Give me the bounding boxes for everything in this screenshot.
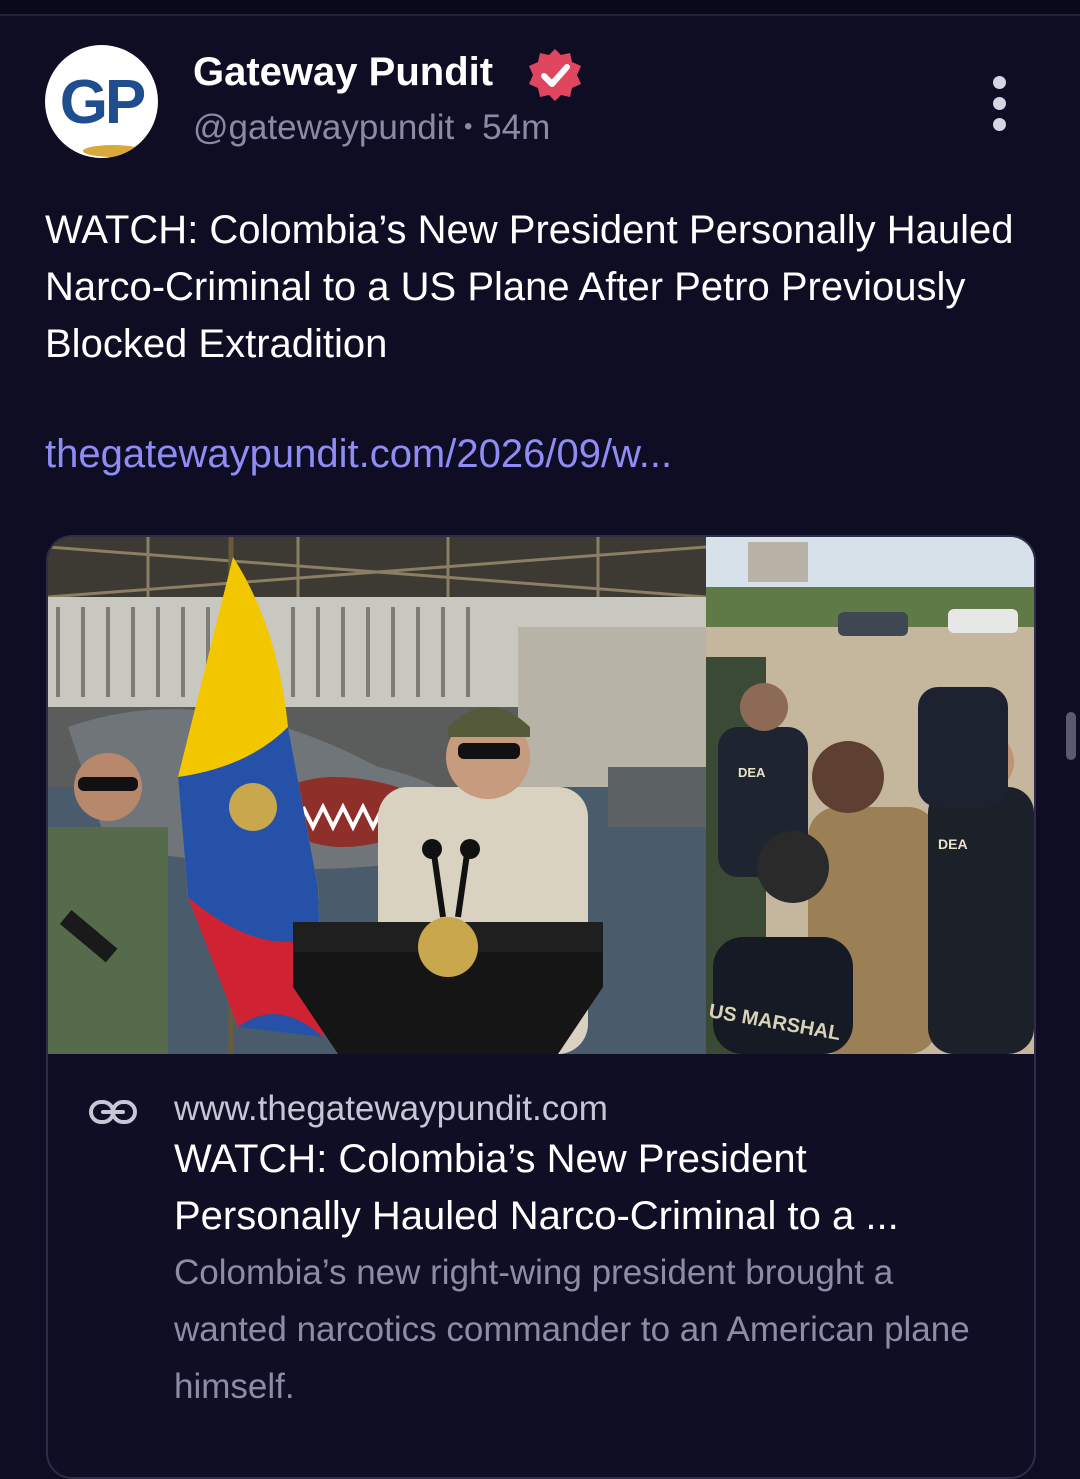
handle[interactable]: @gatewaypundit (193, 108, 454, 147)
more-options-icon[interactable] (982, 74, 1018, 134)
card-title[interactable]: WATCH: Colombia’s New President Personal… (174, 1131, 1004, 1245)
dea-label-a: DEA (738, 765, 766, 780)
avatar[interactable]: GP (45, 45, 158, 158)
display-name[interactable]: Gateway Pundit (193, 50, 493, 95)
post-link[interactable]: thegatewaypundit.com/2026/09/w... (45, 432, 672, 477)
post-text: WATCH: Colombia’s New President Personal… (45, 208, 1014, 366)
link-icon (89, 1100, 137, 1124)
avatar-logo-text: GP (59, 68, 147, 137)
handle-line: @gatewaypundit • 54m (193, 108, 550, 148)
separator-dot: • (464, 113, 473, 140)
card-domain: www.thegatewaypundit.com (174, 1089, 608, 1128)
top-divider (0, 0, 1080, 16)
card-description: Colombia’s new right-wing president brou… (174, 1253, 970, 1406)
scrollbar-thumb[interactable] (1066, 712, 1076, 760)
link-preview-card[interactable]: DEA DEA US MARSHAL www.thegatewaypundit.… (46, 535, 1036, 1479)
avatar-swoosh (83, 145, 143, 157)
verified-badge-icon (529, 49, 581, 101)
timestamp[interactable]: 54m (482, 108, 550, 147)
dea-label-b: DEA (938, 836, 968, 852)
post[interactable]: GP Gateway Pundit @gatewaypundit • 54m W… (0, 16, 1080, 1479)
card-image[interactable]: DEA DEA US MARSHAL (48, 537, 1034, 1054)
